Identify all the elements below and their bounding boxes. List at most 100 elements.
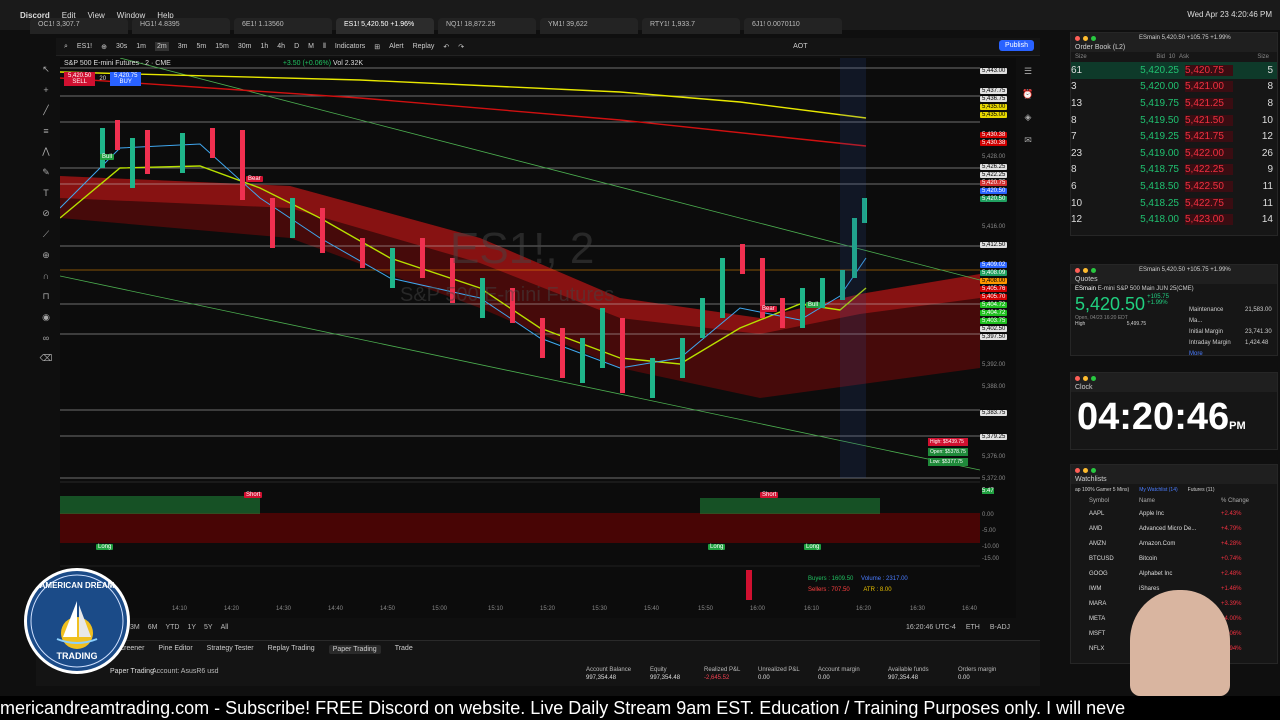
watchlist-row[interactable]: BTCUSD Bitcoin +0.74% (1071, 551, 1277, 566)
watchlist-row[interactable]: GOOG Alphabet Inc +2.48% (1071, 566, 1277, 581)
tab-ym1[interactable]: YM1! 39,622 (540, 18, 638, 34)
eye-icon[interactable]: ◉ (42, 312, 50, 323)
orderbook-row[interactable]: 8 5,418.75 5,422.25 9 (1071, 162, 1277, 179)
interval-m[interactable]: M (308, 43, 314, 50)
lock-icon[interactable]: ⊓ (42, 291, 49, 302)
range-6m[interactable]: 6M (148, 624, 158, 631)
undo-icon[interactable]: ↶ (443, 43, 449, 51)
trash-icon[interactable]: ⌫ (40, 353, 53, 364)
replay-button[interactable]: Replay (413, 43, 435, 50)
layers-icon[interactable]: ◈ (1025, 112, 1032, 123)
eth-toggle[interactable]: ETH (966, 624, 980, 631)
interval-2m[interactable]: 2m (155, 42, 169, 51)
watchlist-icon[interactable]: ☰ (1024, 66, 1032, 77)
alert-button[interactable]: Alert (389, 43, 403, 50)
orderbook-row[interactable]: 23 5,419.00 5,422.00 26 (1071, 145, 1277, 162)
grid-price: 5,376.00 (982, 454, 1006, 460)
orderbook-row[interactable]: 10 5,418.25 5,422.75 11 (1071, 195, 1277, 212)
orderbook-row[interactable]: 3 5,420.00 5,421.00 8 (1071, 79, 1277, 96)
wl-tab-futures[interactable]: Futures (11) (1188, 487, 1215, 493)
aot-label[interactable]: AOT (793, 43, 807, 50)
brush-icon[interactable]: ✎ (42, 167, 50, 178)
interval-1m[interactable]: 1m (136, 43, 146, 50)
range-3m[interactable]: 3M (130, 624, 140, 631)
measure-icon[interactable]: ⊘ (42, 208, 50, 219)
interval-1h[interactable]: 1h (260, 43, 268, 50)
buy-button[interactable]: 5,420.75 BUY (110, 72, 142, 86)
watchlist-row[interactable]: AAPL Apple Inc +2.43% (1071, 506, 1277, 521)
interval-5m[interactable]: 5m (196, 43, 206, 50)
crosshair-icon[interactable]: + (43, 85, 48, 95)
text-icon[interactable]: T (43, 188, 49, 198)
tab-oc1[interactable]: OC1! 3,307.7 (30, 18, 128, 34)
orderbook-row[interactable]: 13 5,419.75 5,421.25 8 (1071, 95, 1277, 112)
range-1y[interactable]: 1Y (187, 624, 196, 631)
orderbook-cell: 8 (1267, 81, 1273, 93)
tab-rty1[interactable]: RTY1! 1,933.7 (642, 18, 740, 34)
sell-button[interactable]: 5,420.50 SELL (64, 72, 96, 86)
alerts-icon[interactable]: ⏰ (1022, 89, 1033, 100)
magnet-icon[interactable]: ∩ (43, 271, 49, 281)
chart-canvas[interactable] (59, 57, 981, 618)
grid-price: 5,392.00 (982, 362, 1006, 368)
interval-4h[interactable]: 4h (277, 43, 285, 50)
chat-icon[interactable]: ✉ (1024, 135, 1032, 146)
orderbook-row[interactable]: 6 5,418.50 5,422.50 11 (1071, 178, 1277, 195)
link-icon[interactable]: ∞ (43, 333, 49, 343)
redo-icon[interactable]: ↷ (458, 43, 464, 51)
interval-3m[interactable]: 3m (178, 43, 188, 50)
orderbook-row[interactable]: 8 5,419.50 5,421.50 10 (1071, 112, 1277, 129)
orderbook-row[interactable]: 12 5,418.00 5,423.00 14 (1071, 211, 1277, 228)
orderbook-cell: 5,420.00 (1140, 81, 1179, 93)
symbol-search[interactable]: ES1! (77, 43, 92, 50)
tab-strategy-tester[interactable]: Strategy Tester (207, 645, 254, 654)
orderbook-cell: 5,421.50 (1185, 114, 1233, 126)
pattern-icon[interactable]: ⋀ (42, 146, 49, 157)
interval-15m[interactable]: 15m (215, 43, 229, 50)
watermark-name: S&P 500 E-mini Futures (400, 284, 615, 306)
time-axis[interactable]: 14:10 14:20 14:30 14:40 14:50 15:00 15:10 15… (60, 606, 980, 618)
interval-30s[interactable]: 30s (116, 43, 127, 50)
watchlist-row[interactable]: AMZN Amazon.Com +4.28% (1071, 536, 1277, 551)
badj-toggle[interactable]: B-ADJ (990, 624, 1010, 631)
price-chart[interactable]: S&P 500 E-mini Futures · 2 · CME +3.50 (… (59, 57, 981, 618)
fib-icon[interactable]: ≡ (43, 126, 48, 136)
interval-30m[interactable]: 30m (238, 43, 252, 50)
range-ytd[interactable]: YTD (165, 624, 179, 631)
ruler-icon[interactable]: ⟋ (43, 229, 49, 240)
chart-title[interactable]: S&P 500 E-mini Futures · 2 · CME (64, 60, 171, 67)
cursor-icon[interactable]: ↖ (42, 64, 50, 75)
add-symbol-icon[interactable]: ⊕ (101, 43, 107, 51)
account-selector[interactable]: Account: AsusR6 usd (152, 668, 219, 675)
watchlist-row[interactable]: AMD Advanced Micro De... +4.79% (1071, 521, 1277, 536)
trendline-icon[interactable]: ╱ (43, 105, 48, 116)
range-all[interactable]: All (221, 624, 229, 631)
price-scale[interactable]: 5,443.00 5,437.75 5,436.75 5,435.00 5,43… (980, 58, 1016, 618)
orderbook-row[interactable]: 61 5,420.25 5,420.75 5 (1071, 62, 1277, 79)
range-5y[interactable]: 5Y (204, 624, 213, 631)
tab-6j1[interactable]: 6J1! 0.0070110 (744, 18, 842, 34)
more-link[interactable]: More (1189, 349, 1272, 360)
tab-hg1[interactable]: HG1! 4.8395 (132, 18, 230, 34)
wl-name: Alphabet Inc (1139, 570, 1173, 577)
wl-tab-gamer[interactable]: ap 100% Gamer 5 Mins) (1075, 487, 1129, 493)
tab-6e1[interactable]: 6E1! 1.13560 (234, 18, 332, 34)
chart-type-icon[interactable]: ⫴ (323, 43, 326, 51)
publish-button[interactable]: Publish (999, 40, 1034, 51)
zoom-icon[interactable]: ⊕ (42, 250, 50, 261)
layout-icon[interactable]: ⊞ (374, 43, 380, 51)
orderbook-cell: 9 (1267, 164, 1273, 176)
tab-replay-trading[interactable]: Replay Trading (268, 645, 315, 654)
wl-tab-my[interactable]: My Watchlist (14) (1139, 487, 1177, 493)
tab-nq1[interactable]: NQ1! 18,872.25 (438, 18, 536, 34)
indicators-button[interactable]: Indicators (335, 43, 365, 50)
order-qty[interactable]: 20 (97, 72, 108, 86)
tab-pine-editor[interactable]: Pine Editor (158, 645, 192, 654)
interval-d[interactable]: D (294, 43, 299, 50)
tab-paper-trading[interactable]: Paper Trading (328, 645, 381, 654)
wl-name: Amazon.Com (1139, 540, 1176, 547)
tab-es1[interactable]: ES1! 5,420.50 +1.96% (336, 18, 434, 34)
tab-trade[interactable]: Trade (395, 645, 413, 654)
orderbook-row[interactable]: 7 5,419.25 5,421.75 12 (1071, 128, 1277, 145)
search-icon[interactable]: ⌕ (64, 43, 68, 51)
